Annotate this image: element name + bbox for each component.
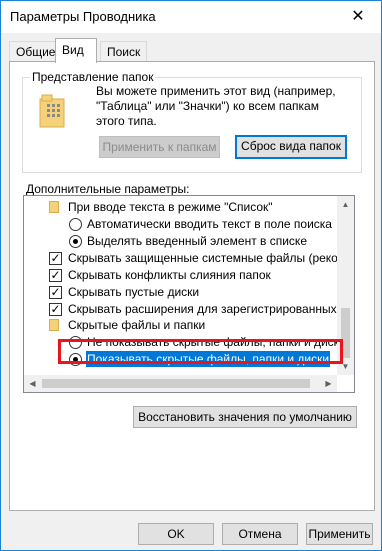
- radio-button[interactable]: [69, 218, 82, 231]
- folder-views-description-line-2: "Таблица" или "Значки") ко всем папкам: [96, 99, 319, 113]
- radio-button-checked[interactable]: [69, 353, 82, 366]
- checkbox-checked[interactable]: ✓: [49, 269, 62, 282]
- advanced-settings-label: Дополнительные параметры:: [26, 182, 190, 196]
- scroll-right-icon[interactable]: ▶: [320, 375, 337, 392]
- checkbox-checked[interactable]: ✓: [49, 286, 62, 299]
- apply-button[interactable]: Применить: [306, 523, 373, 545]
- list-item-auto-type-search[interactable]: Автоматически вводить текст в поле поиск…: [24, 216, 337, 232]
- checkbox-checked[interactable]: ✓: [49, 252, 62, 265]
- cancel-button[interactable]: Отмена: [222, 523, 298, 545]
- list-item-show-hidden[interactable]: Показывать скрытые файлы, папки и диски: [24, 351, 337, 367]
- list-item-hidden-files-folder: Скрытые файлы и папки: [24, 317, 337, 333]
- close-icon[interactable]: ✕: [335, 1, 381, 31]
- vertical-scroll-thumb[interactable]: [341, 308, 350, 358]
- vertical-scrollbar[interactable]: ▲ ▼: [337, 196, 354, 375]
- radio-button[interactable]: [69, 336, 82, 349]
- explorer-options-dialog: Параметры Проводника ✕ Общие Вид Поиск П…: [0, 0, 382, 551]
- scroll-down-icon[interactable]: ▼: [337, 358, 354, 375]
- tab-search[interactable]: Поиск: [100, 41, 148, 62]
- folder-views-description-line-1: Вы можете применить этот вид (например,: [96, 84, 336, 98]
- folder-views-legend: Представление папок: [30, 70, 156, 84]
- folder-views-description-line-3: этого типа.: [96, 114, 157, 128]
- list-item-dont-show-hidden[interactable]: Не показывать скрытые файлы, папки и дис…: [24, 334, 346, 350]
- tab-view[interactable]: Вид: [55, 38, 97, 63]
- apply-to-folders-button[interactable]: Применить к папкам: [99, 136, 220, 158]
- horizontal-scrollbar[interactable]: ◀ ▶: [24, 375, 337, 392]
- list-item-hide-extensions[interactable]: ✓ Скрывать расширения для зарегистрирова…: [24, 301, 354, 317]
- radio-button-checked[interactable]: [69, 235, 82, 248]
- list-item-hide-protected-files[interactable]: ✓ Скрывать защищенные системные файлы (р…: [24, 250, 354, 266]
- selected-option-label: Показывать скрытые файлы, папки и диски: [86, 351, 331, 367]
- horizontal-scroll-thumb[interactable]: [42, 379, 310, 388]
- scroll-up-icon[interactable]: ▲: [337, 196, 354, 213]
- folder-icon: [49, 201, 59, 213]
- list-item-select-typed-item[interactable]: Выделять введенный элемент в списке: [24, 233, 337, 249]
- window-title: Параметры Проводника: [10, 9, 156, 24]
- folder-view-icon: [39, 94, 65, 128]
- reset-folders-button[interactable]: Сброс вида папок: [235, 135, 347, 159]
- advanced-settings-list[interactable]: При вводе текста в режиме "Список" Автом…: [23, 195, 355, 393]
- scroll-left-icon[interactable]: ◀: [24, 375, 41, 392]
- checkbox-checked[interactable]: ✓: [49, 303, 62, 316]
- title-bar: Параметры Проводника ✕: [1, 1, 381, 33]
- folder-icon: [49, 319, 59, 331]
- list-item-hide-empty-drives[interactable]: ✓ Скрывать пустые диски: [24, 284, 337, 300]
- ok-button[interactable]: OK: [138, 523, 214, 545]
- list-item-hide-merge-conflicts[interactable]: ✓ Скрывать конфликты слияния папок: [24, 267, 337, 283]
- restore-defaults-button[interactable]: Восстановить значения по умолчанию: [133, 406, 357, 428]
- list-item-folder-list-typing: При вводе текста в режиме "Список": [24, 199, 337, 215]
